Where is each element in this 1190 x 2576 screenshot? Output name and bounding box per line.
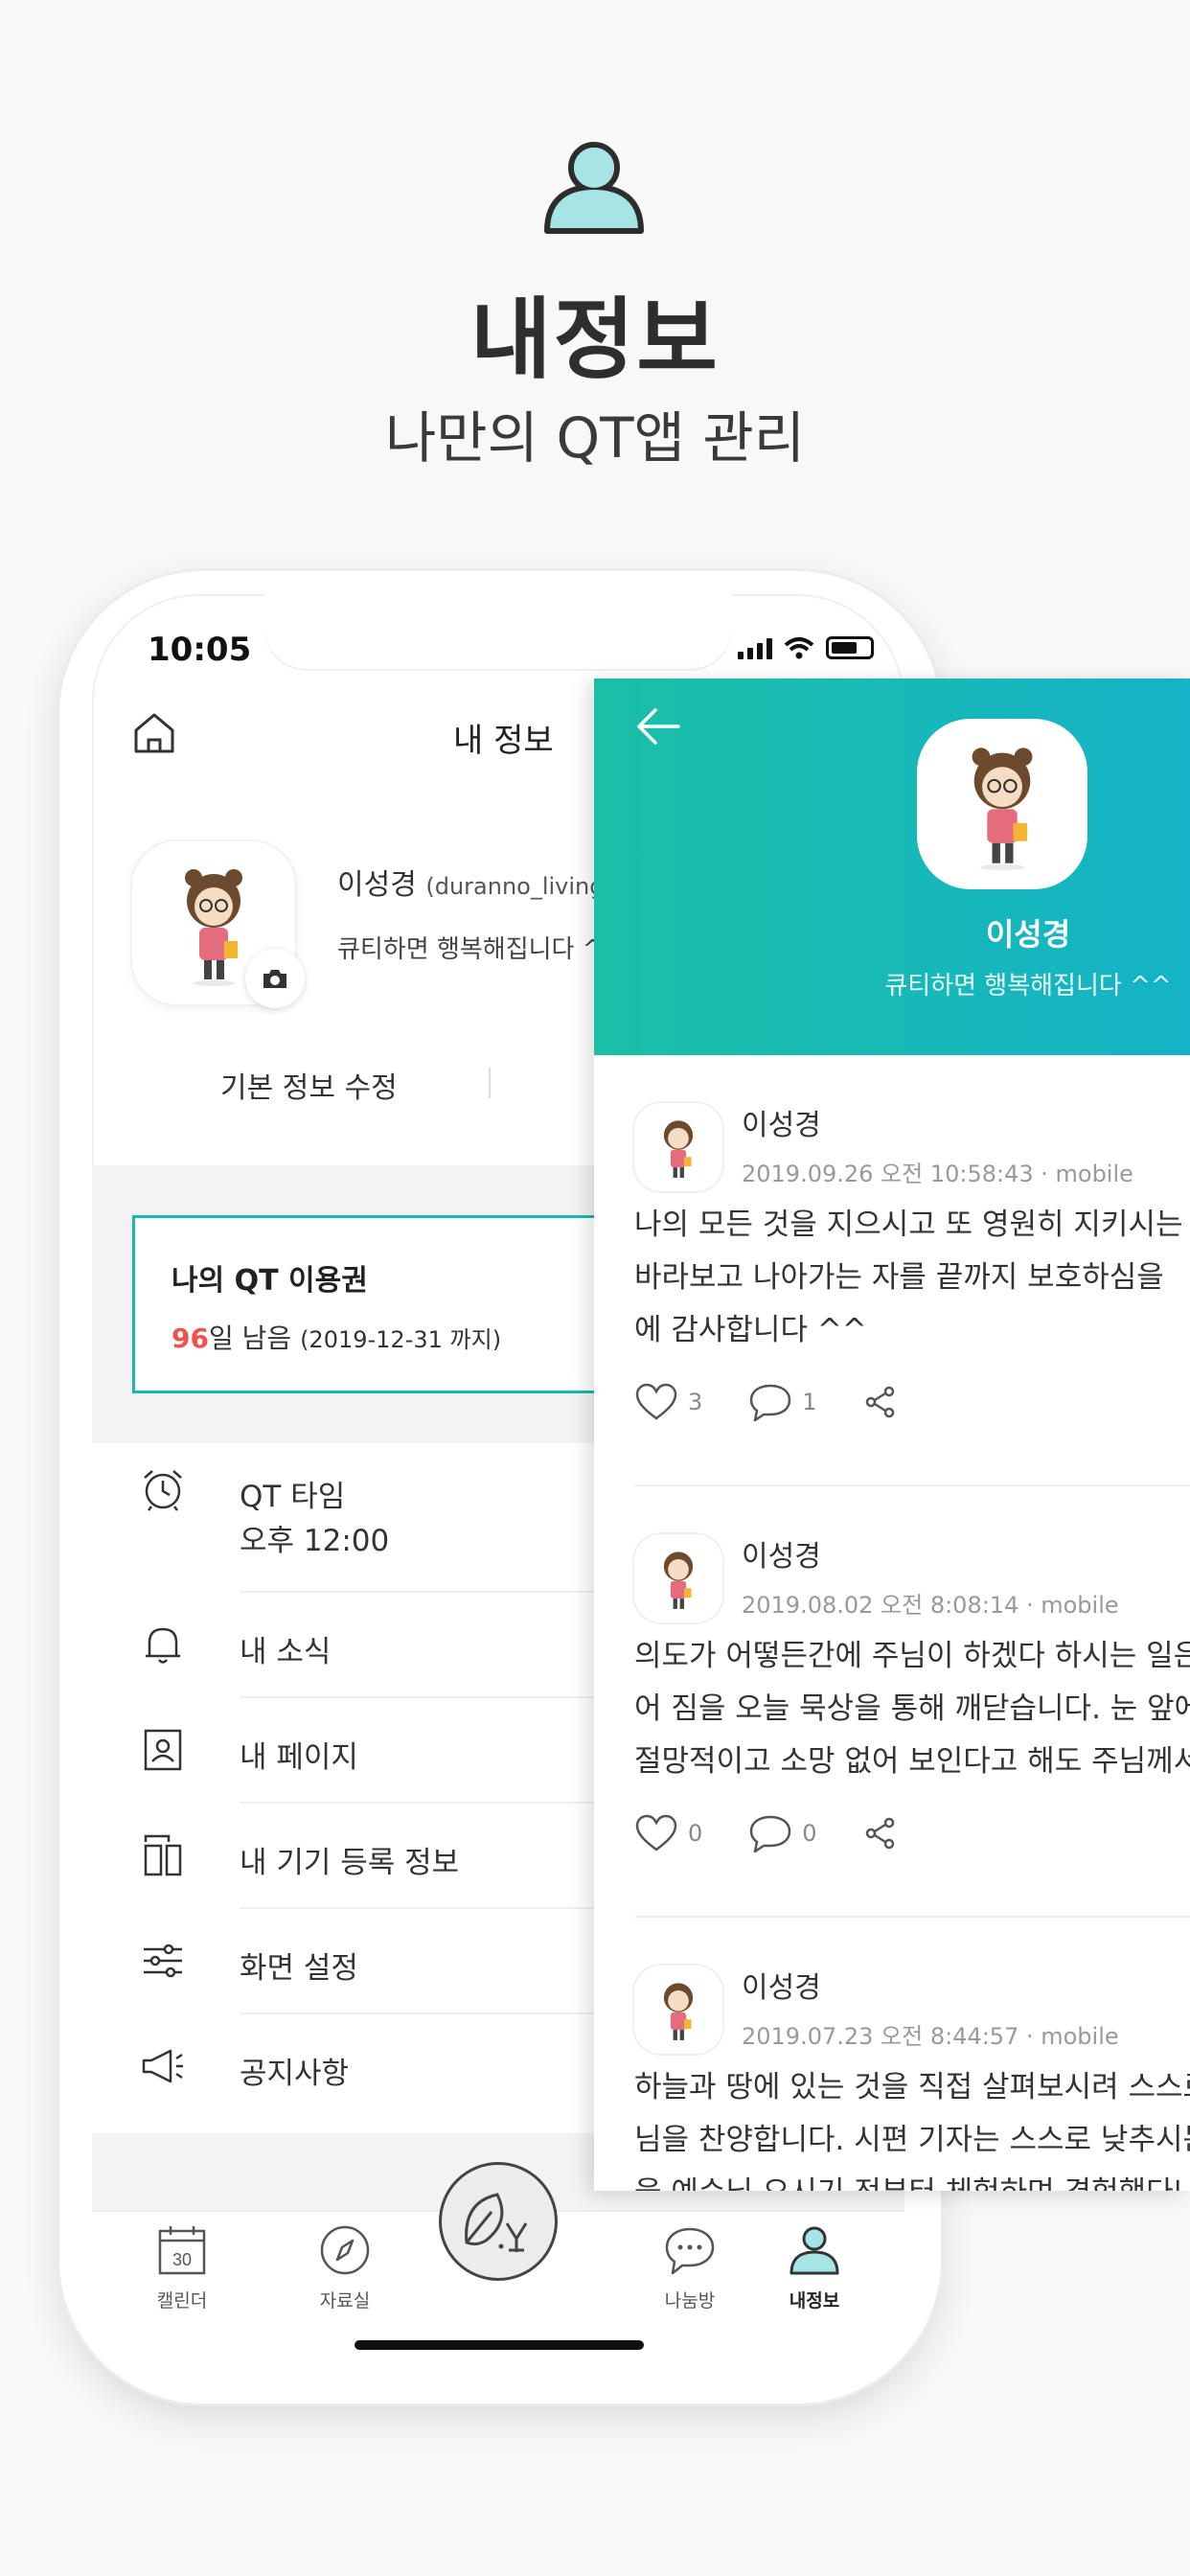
signal-icon — [738, 638, 772, 659]
post-text-line: 나의 모든 것을 지으시고 또 영원히 지키시는 — [634, 1208, 1183, 1242]
post-text-line: 바라보고 나아가는 자를 끝까지 보호하심을 — [634, 1260, 1164, 1295]
post-text-line: 님을 찬양합니다. 시편 기자는 스스로 낮추시는 — [634, 2123, 1190, 2157]
post-text: 의도가 어떻든간에 주님이 하겠다 하시는 일은 어 짐을 오늘 묵상을 통해 … — [634, 1630, 1190, 1788]
menu-label: 내 소식 — [240, 1635, 332, 1669]
user-page-header: 이성경 큐티하면 행복해집니다 ^^ — [594, 678, 1190, 1055]
post-text-line: 절망적이고 소망 없어 보인다고 해도 주님께서 — [634, 1744, 1190, 1779]
menu-label: 공지사항 — [240, 2057, 350, 2091]
post-text-line: 의도가 어떻든간에 주님이 하겠다 하시는 일은 — [634, 1639, 1190, 1673]
character-avatar-icon — [663, 1983, 694, 2040]
page-title: 내 정보 — [453, 722, 554, 760]
devices-icon — [144, 1834, 182, 1876]
tab-label: 캘린더 — [156, 2290, 208, 2312]
post-item[interactable]: 이성경 2019.08.02 오전 8:08:14 · mobile 의도가 어… — [594, 1486, 1190, 1918]
menu-label: 내 기기 등록 정보 — [240, 1846, 460, 1880]
post-actions: 3 1 — [634, 1381, 898, 1423]
character-avatar-icon — [663, 1552, 694, 1609]
heart-icon[interactable] — [634, 1383, 678, 1421]
heart-icon[interactable] — [634, 1814, 678, 1852]
home-icon[interactable] — [132, 711, 176, 755]
like-count: 3 — [688, 1389, 703, 1415]
like-count: 0 — [688, 1820, 703, 1847]
hero-subtitle: 나만의 QT앱 관리 — [384, 405, 806, 471]
pass-expiry: (2019-12-31 까지) — [300, 1326, 502, 1353]
leaf-logo-icon — [465, 2193, 528, 2252]
user-icon — [544, 142, 644, 234]
post-avatar — [634, 1534, 722, 1622]
tab-label: 자료실 — [319, 2290, 371, 2312]
profile-card-icon — [144, 1729, 182, 1771]
pass-title: 나의 QT 이용권 — [172, 1264, 368, 1298]
comment-count: 1 — [802, 1389, 817, 1415]
post-date: 2019.09.26 오전 10:58:43 · mobile — [742, 1161, 1133, 1187]
post-avatar — [634, 1103, 722, 1191]
calendar-badge: 30 — [172, 2250, 192, 2269]
qt-home-button[interactable] — [439, 2162, 558, 2281]
battery-icon — [826, 636, 874, 659]
post-date: 2019.08.02 오전 8:08:14 · mobile — [742, 1592, 1119, 1619]
compass-icon — [320, 2225, 370, 2275]
share-icon[interactable] — [863, 1385, 898, 1419]
tab-sharing-room[interactable]: 나눔방 — [632, 2223, 747, 2312]
status-message: 큐티하면 행복해집니다 ^^ — [337, 935, 625, 964]
back-arrow-icon[interactable] — [634, 705, 682, 748]
status-time: 10:05 — [148, 631, 252, 669]
user-id: (duranno_livingli — [425, 873, 617, 900]
comment-icon[interactable] — [748, 1383, 792, 1421]
tab-library[interactable]: 자료실 — [287, 2223, 402, 2312]
avatar[interactable] — [917, 719, 1087, 889]
post-author: 이성경 — [742, 1540, 821, 1574]
user-page-name: 이성경 — [985, 916, 1071, 953]
wifi-icon — [784, 637, 814, 659]
sliders-icon — [144, 1944, 182, 1978]
status-icons — [738, 636, 874, 659]
camera-button[interactable] — [245, 949, 305, 1008]
tab-label: 내정보 — [789, 2290, 840, 2312]
home-indicator — [355, 2340, 644, 2350]
divider — [489, 1068, 491, 1098]
menu-label: 화면 설정 — [240, 1951, 358, 1986]
pass-days-left: 96 — [172, 1322, 209, 1354]
menu-label: QT 타임 — [240, 1480, 346, 1514]
tab-calendar[interactable]: 30 캘린더 — [125, 2223, 240, 2312]
post-actions: 0 0 — [634, 1812, 898, 1854]
edit-profile-button[interactable]: 기본 정보 수정 — [220, 1064, 398, 1106]
comment-count: 0 — [802, 1820, 817, 1847]
hero-title: 내정보 — [470, 288, 720, 391]
post-text-line: 하늘과 땅에 있는 것을 직접 살펴보시려 스스로 — [634, 2070, 1190, 2104]
character-avatar-icon — [972, 748, 1033, 871]
pass-days-suffix: 일 남음 — [208, 1322, 292, 1354]
user-name-text: 이성경 — [337, 868, 417, 902]
post-author: 이성경 — [742, 1971, 821, 2005]
menu-label: 내 페이지 — [240, 1740, 358, 1775]
alarm-clock-icon — [144, 1470, 182, 1511]
post-item[interactable]: 이성경 2019.09.26 오전 10:58:43 · mobile 나의 모… — [594, 1055, 1190, 1486]
post-item[interactable]: 이성경 2019.07.23 오전 8:44:57 · mobile 하늘과 땅… — [594, 1918, 1190, 2191]
user-page-panel: 이성경 큐티하면 행복해집니다 ^^ 이성경 2019.09.26 오전 10:… — [594, 678, 1190, 2191]
post-author: 이성경 — [742, 1109, 821, 1142]
chat-bubble-icon — [665, 2227, 715, 2275]
qt-time-value: 오후 12:00 — [240, 1524, 390, 1558]
user-name: 이성경 (duranno_livingli — [337, 861, 617, 903]
notch — [264, 594, 732, 669]
user-icon — [790, 2226, 839, 2275]
post-text: 하늘과 땅에 있는 것을 직접 살펴보시려 스스로 님을 찬양합니다. 시편 기… — [634, 2061, 1190, 2191]
calendar-icon: 30 — [158, 2226, 206, 2275]
character-avatar-icon — [663, 1120, 694, 1178]
camera-icon — [263, 970, 286, 988]
tab-label: 나눔방 — [664, 2290, 716, 2312]
post-text-line: 에 감사합니다 ^^ — [634, 1313, 867, 1347]
post-date: 2019.07.23 오전 8:44:57 · mobile — [742, 2023, 1119, 2050]
post-text: 나의 모든 것을 지으시고 또 영원히 지키시는 바라보고 나아가는 자를 끝까… — [634, 1199, 1190, 1357]
tab-my-info[interactable]: 내정보 — [757, 2223, 872, 2312]
comment-icon[interactable] — [748, 1814, 792, 1852]
post-text-line: 어 짐을 오늘 묵상을 통해 깨닫습니다. 눈 앞에 — [634, 1691, 1190, 1726]
bell-icon — [146, 1627, 180, 1664]
pass-remaining: 96일 남음 (2019-12-31 까지) — [172, 1318, 501, 1356]
post-text-line: 을 예수님 오시기 전부터 체험하며 경험했다니 — [634, 2167, 1190, 2191]
share-icon[interactable] — [863, 1816, 898, 1851]
post-avatar — [634, 1966, 722, 2054]
megaphone-icon — [142, 2049, 183, 2083]
user-page-status: 큐티하면 행복해집니다 ^^ — [884, 972, 1172, 1000]
